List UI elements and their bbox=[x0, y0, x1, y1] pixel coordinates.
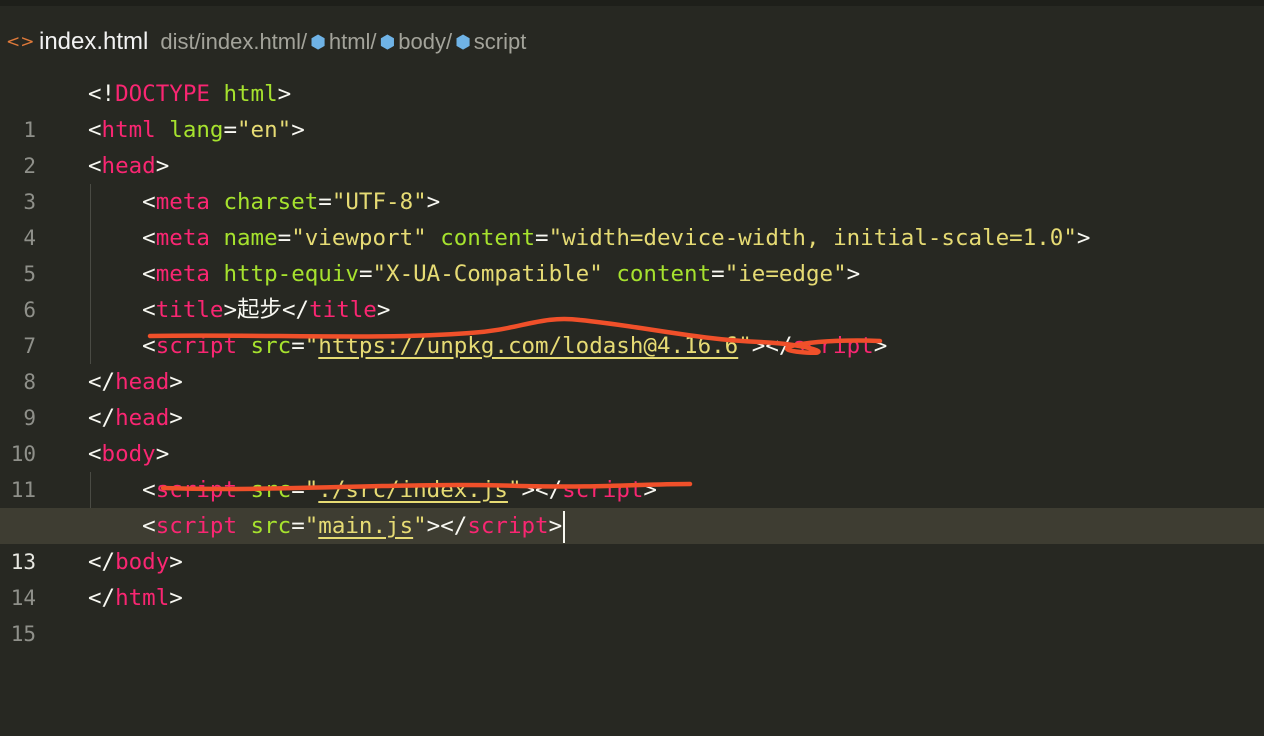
code-line[interactable]: 3 <head> bbox=[0, 148, 1264, 214]
code-line[interactable]: 9 </head> bbox=[0, 364, 1264, 430]
code-line[interactable]: 14 </body> bbox=[0, 544, 1264, 610]
line-code[interactable]: <html lang="en"> bbox=[88, 112, 305, 148]
code-line[interactable]: 10 </head> bbox=[0, 400, 1264, 466]
window-top-strip bbox=[0, 0, 1264, 6]
code-line[interactable]: 15 </html> bbox=[0, 580, 1264, 646]
line-code[interactable]: <body> bbox=[88, 436, 169, 472]
cube-icon: ⬢ bbox=[455, 31, 471, 53]
text-cursor bbox=[563, 510, 566, 543]
line-code[interactable]: <script src="https://unpkg.com/lodash@4.… bbox=[88, 328, 887, 364]
cube-icon: ⬢ bbox=[379, 31, 396, 53]
code-line[interactable]: 8 <script src="https://unpkg.com/lodash@… bbox=[0, 328, 1264, 394]
line-code[interactable]: <meta http-equiv="X-UA-Compatible" conte… bbox=[88, 256, 860, 292]
code-line[interactable]: 2 <html lang="en"> bbox=[0, 112, 1264, 178]
line-code[interactable]: </body> bbox=[88, 544, 183, 580]
cube-icon: ⬢ bbox=[310, 31, 326, 53]
code-line-current[interactable]: 13 <script src="main.js"></script> bbox=[0, 508, 1264, 574]
line-code[interactable]: </head> bbox=[88, 364, 183, 400]
line-code[interactable]: </html> bbox=[88, 580, 183, 616]
breadcrumb-segment-body[interactable]: body/ bbox=[398, 29, 452, 55]
breadcrumb-segment-script[interactable]: script bbox=[474, 29, 527, 55]
line-code[interactable]: <head> bbox=[88, 148, 169, 184]
line-code[interactable]: <script src="./src/index.js"></script> bbox=[88, 472, 657, 508]
code-line[interactable]: 4 <meta charset="UTF-8"> bbox=[0, 184, 1264, 250]
breadcrumb-path: dist/index.html/ ⬢ html/ ⬢ body/ ⬢ scrip… bbox=[160, 29, 526, 55]
breadcrumb-segment-file[interactable]: dist/index.html/ bbox=[160, 29, 307, 55]
line-code[interactable]: <meta charset="UTF-8"> bbox=[88, 184, 440, 220]
code-line[interactable]: 1 <!DOCTYPE html> bbox=[0, 76, 1264, 142]
code-line[interactable]: 12 <script src="./src/index.js"></script… bbox=[0, 472, 1264, 538]
file-name[interactable]: index.html bbox=[39, 28, 148, 56]
breadcrumb-segment-html[interactable]: html/ bbox=[329, 29, 377, 55]
code-editor[interactable]: 1 <!DOCTYPE html> 2 <html lang="en"> 3 <… bbox=[0, 76, 1264, 646]
breadcrumb: <> index.html dist/index.html/ ⬢ html/ ⬢… bbox=[0, 22, 1264, 62]
line-code[interactable]: <!DOCTYPE html> bbox=[88, 76, 291, 112]
code-line[interactable]: 11 <body> bbox=[0, 436, 1264, 502]
code-line[interactable]: 6 <meta http-equiv="X-UA-Compatible" con… bbox=[0, 256, 1264, 322]
code-line[interactable]: 7 <title>起步</title> bbox=[0, 292, 1264, 358]
line-code[interactable]: </head> bbox=[88, 400, 183, 436]
line-number: 15 bbox=[10, 622, 36, 646]
line-code[interactable]: <meta name="viewport" content="width=dev… bbox=[88, 220, 1090, 256]
code-brackets-icon: <> bbox=[6, 32, 35, 52]
line-code[interactable]: <script src="main.js"></script> bbox=[88, 508, 566, 544]
code-line[interactable]: 5 <meta name="viewport" content="width=d… bbox=[0, 220, 1264, 286]
line-code[interactable]: <title>起步</title> bbox=[88, 292, 390, 328]
